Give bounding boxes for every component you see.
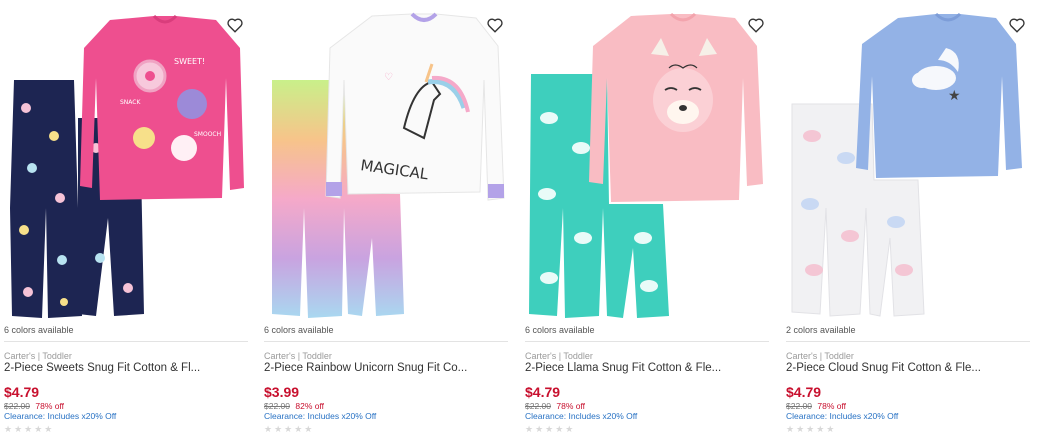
sale-price: $4.79 [786,384,822,400]
discount-percent: 78% off [35,401,65,411]
divider [264,341,508,342]
product-image[interactable]: ★ [786,8,1034,320]
original-price-row: $22.00 78% off [4,401,64,411]
product-image[interactable]: MAGICAL ♡ [264,8,512,320]
heart-icon[interactable] [747,16,767,36]
pajama-sweets-image: SWEET! SNACK SMOOCH [10,14,244,318]
clearance-note: Clearance: Includes x20% Off [786,411,899,421]
svg-text:★: ★ [948,88,961,104]
product-card[interactable]: SWEET! SNACK SMOOCH 6 colors available C… [4,0,252,434]
rating-stars: ★★★★★ [786,424,837,434]
colors-available[interactable]: 6 colors available [525,325,595,335]
svg-text:SWEET!: SWEET! [174,57,205,66]
sale-price: $4.79 [525,384,561,400]
rating-stars: ★★★★★ [525,424,576,434]
rating-stars: ★★★★★ [264,424,315,434]
original-price-row: $22.00 78% off [525,401,585,411]
rating-stars: ★★★★★ [4,424,55,434]
original-price: $22.00 [786,401,812,411]
product-image[interactable]: SWEET! SNACK SMOOCH [4,8,252,320]
heart-icon[interactable] [486,16,506,36]
brand-label: Carter's | Toddler [4,351,72,361]
brand-label: Carter's | Toddler [786,351,854,361]
pajama-cloud-image: ★ [791,12,1022,317]
original-price: $22.00 [4,401,30,411]
original-price: $22.00 [525,401,551,411]
clearance-note: Clearance: Includes x20% Off [264,411,377,421]
divider [4,341,248,342]
discount-percent: 78% off [817,401,847,411]
brand-label: Carter's | Toddler [525,351,593,361]
product-card[interactable]: MAGICAL ♡ 6 colors available Carter's | … [264,0,512,434]
svg-text:♡: ♡ [384,72,393,83]
product-name-link[interactable]: 2-Piece Llama Snug Fit Cotton & Fle... [525,362,769,374]
clearance-note: Clearance: Includes x20% Off [4,411,117,421]
product-grid: SWEET! SNACK SMOOCH 6 colors available C… [0,0,1039,434]
pajama-unicorn-image: MAGICAL ♡ [272,12,505,318]
original-price: $22.00 [264,401,290,411]
colors-available[interactable]: 2 colors available [786,325,856,335]
divider [525,341,769,342]
heart-icon[interactable] [1008,16,1028,36]
product-name-link[interactable]: 2-Piece Sweets Snug Fit Cotton & Fl... [4,362,248,374]
colors-available[interactable]: 6 colors available [4,325,74,335]
divider [786,341,1030,342]
svg-text:SNACK: SNACK [120,99,141,106]
sale-price: $3.99 [264,384,300,400]
product-card[interactable]: ★ 2 colors available Carter's | Toddler … [786,0,1034,434]
original-price-row: $22.00 82% off [264,401,324,411]
heart-icon[interactable] [226,16,246,36]
clearance-note: Clearance: Includes x20% Off [525,411,638,421]
discount-percent: 78% off [556,401,586,411]
product-name-link[interactable]: 2-Piece Cloud Snug Fit Cotton & Fle... [786,362,1030,374]
original-price-row: $22.00 78% off [786,401,846,411]
discount-percent: 82% off [295,401,325,411]
svg-text:SMOOCH: SMOOCH [194,131,221,138]
sale-price: $4.79 [4,384,40,400]
pajama-llama-image [529,12,763,318]
product-card[interactable]: 6 colors available Carter's | Toddler 2-… [525,0,773,434]
product-image[interactable] [525,8,773,320]
colors-available[interactable]: 6 colors available [264,325,334,335]
product-name-link[interactable]: 2-Piece Rainbow Unicorn Snug Fit Co... [264,362,508,374]
brand-label: Carter's | Toddler [264,351,332,361]
